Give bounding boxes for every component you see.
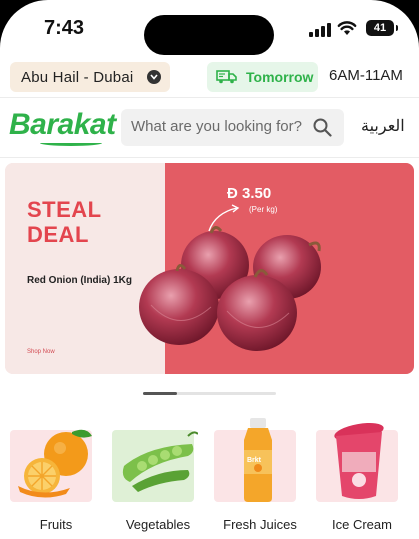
carousel-indicator-active bbox=[143, 392, 177, 395]
category-label-fruits[interactable]: Fruits bbox=[6, 517, 106, 532]
vegetables-image bbox=[122, 431, 198, 492]
banner-price: Ð 3.50 bbox=[227, 185, 272, 202]
signal-icon bbox=[309, 23, 331, 37]
delivery-slot: 6AM-11AM bbox=[329, 67, 403, 84]
chevron-down-icon bbox=[147, 70, 161, 84]
carousel-indicator bbox=[143, 392, 276, 395]
logo-swoosh bbox=[40, 140, 102, 146]
delivery-day: Tomorrow bbox=[246, 69, 314, 85]
category-label-fresh-juices[interactable]: Fresh Juices bbox=[210, 517, 310, 532]
onion-image bbox=[139, 226, 321, 351]
category-label-ice-cream[interactable]: Ice Cream bbox=[312, 517, 412, 532]
banner-unit: (Per kg) bbox=[249, 205, 278, 214]
search-input[interactable] bbox=[131, 118, 311, 135]
location-selector[interactable]: Abu Hail - Dubai bbox=[10, 62, 170, 92]
dynamic-island bbox=[144, 15, 274, 55]
banner-product: Red Onion (India) 1Kg bbox=[27, 275, 132, 286]
category-tile-vegetables[interactable] bbox=[112, 430, 198, 502]
language-toggle[interactable]: العربية bbox=[361, 116, 405, 136]
category-tile-ice-cream[interactable] bbox=[316, 423, 398, 502]
category-label-vegetables[interactable]: Vegetables bbox=[108, 517, 208, 532]
divider bbox=[0, 97, 419, 98]
location-label: Abu Hail - Dubai bbox=[21, 68, 134, 86]
brand-logo[interactable]: Barakat bbox=[9, 108, 116, 142]
status-time: 7:43 bbox=[44, 17, 85, 39]
banner-headline-line-1: STEAL bbox=[27, 197, 102, 222]
category-tile-fresh-juices[interactable]: Brkt bbox=[214, 418, 296, 502]
promo-banner[interactable]: STEAL DEAL Red Onion (India) 1Kg Shop No… bbox=[5, 163, 414, 374]
wifi-icon bbox=[337, 21, 357, 35]
divider bbox=[0, 157, 419, 158]
app-screen: 7:43 41 Abu Hail - Dubai Tomorrow 6AM-11… bbox=[0, 0, 419, 539]
category-tile-fruits[interactable] bbox=[10, 429, 92, 502]
ice-cream-tub-image bbox=[334, 423, 384, 499]
truck-icon bbox=[216, 70, 237, 84]
shop-now-link[interactable]: Shop Now bbox=[27, 349, 55, 355]
svg-text:Brkt: Brkt bbox=[247, 457, 262, 464]
delivery-badge[interactable]: Tomorrow bbox=[207, 62, 318, 92]
juice-bottle-image: Brkt bbox=[244, 418, 272, 502]
fruits-image bbox=[18, 429, 92, 498]
search-bar[interactable] bbox=[121, 109, 344, 146]
banner-headline: STEAL DEAL bbox=[27, 197, 102, 247]
status-bar: 7:43 41 bbox=[0, 0, 419, 58]
battery-icon: 41 bbox=[366, 20, 398, 36]
search-icon[interactable] bbox=[313, 118, 332, 137]
banner-headline-line-2: DEAL bbox=[27, 222, 89, 247]
